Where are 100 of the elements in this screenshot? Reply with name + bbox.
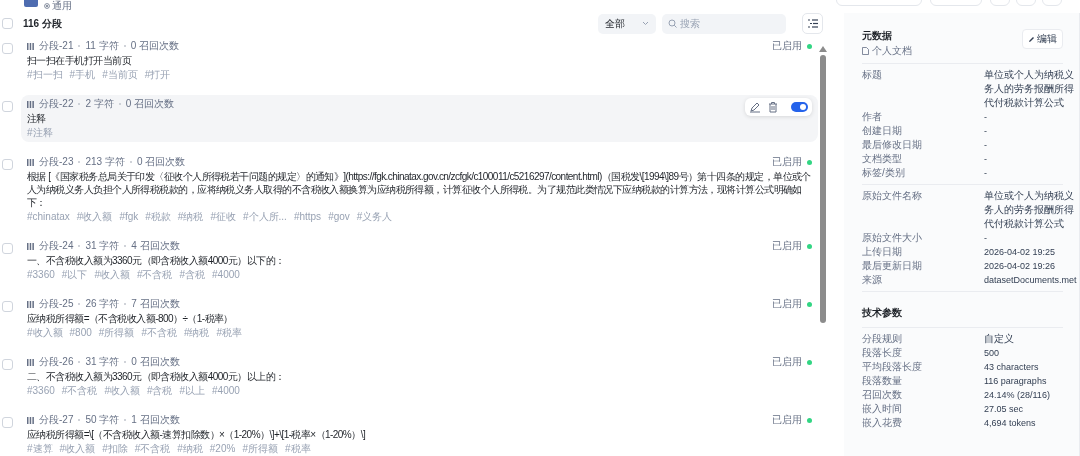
keyword-tag[interactable]: #当前页 (102, 69, 138, 81)
status-text: 已启用 (772, 239, 802, 253)
keyword-tag[interactable]: #不含税 (134, 443, 171, 455)
keyword-tag[interactable]: #纳税 (177, 443, 203, 455)
keyword-tag[interactable]: #3360 (27, 385, 55, 397)
document-icon (24, 0, 38, 7)
field-value: 500 (984, 347, 1000, 360)
keyword-tag[interactable]: #fgk (119, 211, 139, 223)
keyword-tag[interactable]: #3360 (27, 269, 55, 281)
keyword-tag[interactable]: #以上 (179, 385, 206, 397)
keyword-tag[interactable]: #含税 (146, 385, 173, 397)
keyword-tag[interactable]: #4000 (212, 269, 240, 281)
field-label: 最后更新日期 (862, 259, 922, 273)
segment-card[interactable]: 分段-25 26 字符 7 召回次数 应纳税所得额=（不含税收入额-800）÷（1-税率） #收入额 #800 #所得额 #不含税 #纳税 #税率 已启用 (21, 295, 818, 342)
char-count: 2 字符 (85, 98, 114, 110)
segment-card[interactable]: 分段-22 2 字符 0 召回次数 注释 #注释 (21, 95, 818, 142)
keyword-tag[interactable]: #所得额 (242, 443, 278, 455)
keyword-tag[interactable]: #税率 (216, 327, 243, 339)
keyword-tag[interactable]: #不含税 (136, 269, 173, 281)
edit-button[interactable]: 编辑 (1022, 29, 1063, 49)
keyword-tag[interactable]: #以下 (61, 269, 88, 281)
grid-icon (27, 42, 34, 50)
checkbox[interactable] (2, 159, 13, 170)
delete-icon[interactable] (767, 101, 779, 113)
field-value: - (984, 167, 987, 180)
field-label: 段落长度 (862, 346, 902, 360)
keyword-tag[interactable]: #纳税 (177, 211, 204, 223)
keyword-tag[interactable]: #注释 (27, 127, 53, 139)
checkbox[interactable] (2, 417, 13, 428)
search-field[interactable]: 搜索 (662, 13, 786, 34)
keyword-tag[interactable]: #含税 (179, 269, 206, 281)
keyword-tag[interactable]: #税款 (145, 211, 171, 223)
field-label: 原始文件大小 (862, 231, 922, 245)
field-label: 文档类型 (862, 152, 902, 166)
field-value: - (984, 139, 987, 152)
keyword-tag[interactable]: #收入额 (59, 443, 96, 455)
grid-icon (27, 100, 34, 108)
segment-text: 应纳税所得额=（不含税收入额-800）÷（1-税率） (27, 312, 234, 325)
keyword-tag[interactable]: #收入额 (94, 269, 130, 281)
keyword-tag[interactable]: #800 (69, 327, 92, 339)
keyword-tag[interactable]: #收入额 (76, 211, 113, 223)
segment-text: 应纳税所得额=\[（不含税收入额-速算扣除数）×（1-20%）\]+\[1-税率×（1-20%）\] (27, 428, 367, 441)
grid-icon (27, 300, 34, 308)
keyword-tag[interactable]: #gov (328, 211, 350, 223)
field-value: 43 characters (984, 361, 1039, 374)
status-text: 已启用 (772, 355, 802, 369)
segment-id: 分段-27 (39, 414, 74, 426)
filter-dropdown[interactable]: 全部 (598, 13, 656, 34)
keyword-tag[interactable]: #征收 (210, 211, 236, 223)
keyword-tag[interactable]: #扣除 (102, 443, 128, 455)
enable-toggle[interactable] (791, 102, 808, 112)
keyword-tag[interactable]: #4000 (212, 385, 240, 397)
recall-count: 0 召回次数 (130, 40, 179, 52)
field-value: 2026-04-02 19:25 (984, 246, 1056, 259)
keyword-tag[interactable]: #不含税 (141, 327, 177, 339)
checkbox[interactable] (2, 43, 13, 54)
edit-icon[interactable] (749, 101, 761, 113)
keyword-tag[interactable]: #手机 (69, 69, 96, 81)
scroll-up-icon[interactable] (819, 46, 827, 52)
keyword-tag[interactable]: #所得额 (98, 327, 135, 339)
segment-card[interactable]: 分段-27 50 字符 1 召回次数 应纳税所得额=\[（不含税收入额-速算扣除数）×（1-20%）\]+\[1-税率×（1-20%）\] #速算 #收入额 #扣除 #不含税 #纳税 #20% #所得额 #税率 已启用 (21, 411, 818, 456)
checkbox[interactable] (2, 301, 13, 312)
field-value: - (984, 125, 987, 138)
grid-icon (27, 416, 34, 424)
keyword-tag[interactable]: #chinatax (27, 211, 70, 223)
segment-id: 分段-24 (39, 240, 74, 252)
keyword-tag[interactable]: #收入额 (104, 385, 140, 397)
segment-count: 116 分段 (23, 16, 63, 31)
field-value: - (984, 232, 987, 245)
panel-title: 元数据 (862, 29, 893, 43)
field-label: 作者 (862, 110, 882, 124)
checkbox[interactable] (2, 101, 13, 112)
segment-card[interactable]: 分段-26 31 字符 0 召回次数 二、不含税收入额为3360元（即含税收入额4000元）以上的： #3360 #不含税 #收入额 #含税 #以上 #4000 已启用 (21, 353, 818, 400)
recall-count: 7 召回次数 (131, 298, 180, 310)
char-count: 11 字符 (85, 40, 119, 52)
keyword-tag[interactable]: #https (293, 211, 322, 223)
keyword-tag[interactable]: #速算 (27, 443, 53, 455)
char-count: 31 字符 (85, 240, 120, 252)
field-value: 24.14% (28/116) (984, 389, 1050, 402)
checkbox[interactable] (2, 359, 13, 370)
keyword-tag[interactable]: #不含税 (61, 385, 98, 397)
segment-text: 根据 [《国家税务总局关于印发〈征收个人所得税若干问题的规定〉的通知》](https://fgk.chinatax.gov.cn/zcfgk/c100011/c5216297/content.html)（国税发\[1994\]89号）第十四条的规定，单位或个人为纳税义务人负担个人所得税税款的，应将纳税义务人取得的不含税收入额换算为应纳税所得额，计算征收个人所得税。为了规范此类情况下应纳税款的计算方法，现将计算公式明确如下： (27, 170, 812, 209)
keyword-tag[interactable]: #20% (209, 443, 236, 455)
segment-text: 一、不含税收入额为3360元（即含税收入额4000元）以下的： (27, 254, 286, 267)
field-value: - (984, 111, 987, 124)
field-value: 116 paragraphs (984, 375, 1047, 388)
segment-text: 二、不含税收入额为3360元（即含税收入额4000元）以上的： (27, 370, 286, 383)
keyword-tag[interactable]: #税率 (284, 443, 311, 455)
select-all-checkbox[interactable] (2, 18, 13, 29)
keyword-tag[interactable]: #打开 (144, 69, 171, 81)
checkbox[interactable] (2, 243, 13, 254)
file-icon (862, 47, 869, 55)
keyword-tag[interactable]: #个人所... (242, 211, 287, 223)
keyword-tag[interactable]: #收入额 (27, 327, 63, 339)
scrollbar-thumb[interactable] (820, 55, 826, 323)
segment-card[interactable]: 分段-24 31 字符 4 召回次数 一、不含税收入额为3360元（即含税收入额4000元）以下的： #3360 #以下 #收入额 #不含税 #含税 #4000 已启用 (21, 237, 818, 284)
keyword-tag[interactable]: #纳税 (183, 327, 210, 339)
keyword-tag[interactable]: #义务人 (356, 211, 393, 223)
list-view-button[interactable] (802, 13, 823, 34)
field-value: 27.05 sec (984, 403, 1024, 416)
